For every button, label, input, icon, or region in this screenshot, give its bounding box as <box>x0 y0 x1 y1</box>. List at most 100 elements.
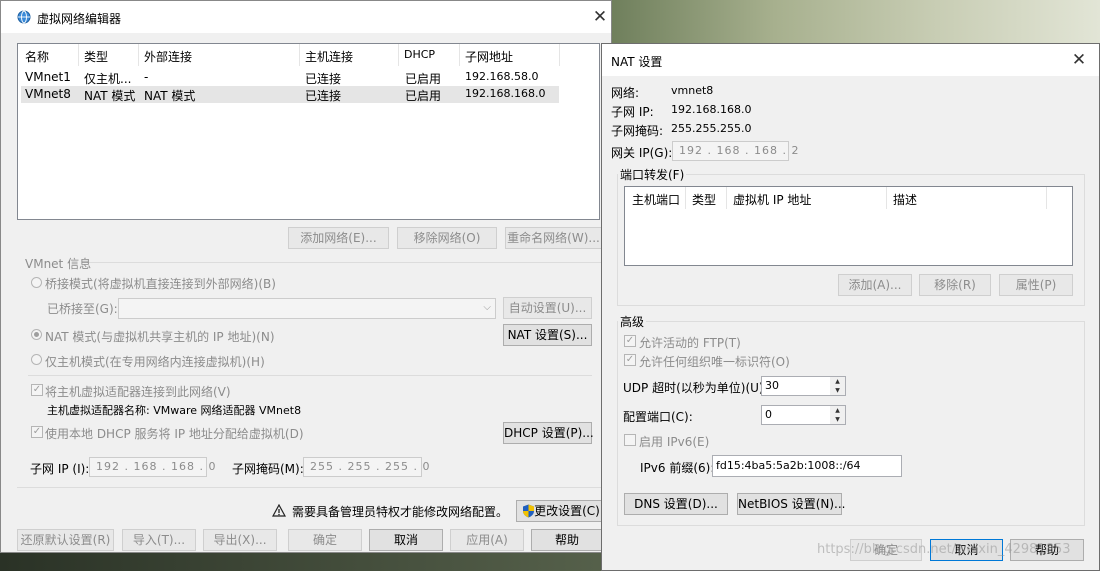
allow-oui-label[interactable]: 允许任何组织唯一标识符(O) <box>639 353 790 370</box>
column-header-type[interactable]: 类型 <box>692 191 716 208</box>
network-value: vmnet8 <box>671 84 714 97</box>
restore-defaults-button[interactable]: 还原默认设置(R) <box>17 529 114 551</box>
table-row[interactable]: VMnet8 NAT 模式 NAT 模式 已连接 已启用 192.168.168… <box>21 86 559 103</box>
ipv6-prefix-field[interactable]: fd15:4ba5:5a2b:1008::/64 <box>712 455 902 477</box>
help-button[interactable]: 帮助 <box>531 529 603 551</box>
column-divider <box>398 44 399 66</box>
cell-host: 已连接 <box>305 72 342 86</box>
dhcp-settings-button[interactable]: DHCP 设置(P)... <box>503 422 594 444</box>
column-divider <box>78 44 79 66</box>
udp-timeout-input[interactable]: 30 <box>761 376 831 396</box>
rename-network-button[interactable]: 重命名网络(W)... <box>505 227 602 249</box>
enable-ipv6-label[interactable]: 启用 IPv6(E) <box>639 433 709 450</box>
arrow-down-icon[interactable]: ▼ <box>830 386 845 395</box>
netbios-settings-button[interactable]: NetBIOS 设置(N)... <box>737 493 846 515</box>
export-button[interactable]: 导出(X)... <box>203 529 277 551</box>
cancel-button[interactable]: 取消 <box>369 529 443 551</box>
warning-icon <box>271 503 287 520</box>
arrow-up-icon[interactable]: ▲ <box>830 377 845 386</box>
udp-timeout-stepper[interactable]: ▲ ▼ <box>830 376 846 396</box>
subnet-mask-label: 子网掩码(M): <box>232 462 304 476</box>
advanced-heading: 高级 <box>618 313 647 330</box>
column-header-name[interactable]: 名称 <box>25 48 49 65</box>
connect-adapter-checkbox[interactable]: ✓ <box>31 384 43 396</box>
use-dhcp-checkbox[interactable]: ✓ <box>31 426 43 438</box>
allow-ftp-checkbox[interactable]: ✓ <box>624 335 636 347</box>
table-row[interactable]: VMnet1 仅主机... - 已连接 已启用 192.168.58.0 <box>21 69 559 86</box>
vmnet-info-divider <box>87 262 602 263</box>
cell-external: - <box>144 70 149 84</box>
network-label: 网络: <box>611 86 640 100</box>
column-header-host[interactable]: 主机连接 <box>305 48 353 65</box>
column-header-vm-ip[interactable]: 虚拟机 IP 地址 <box>733 191 811 208</box>
subnet-ip-field[interactable]: 192 . 168 . 168 . 0 <box>89 457 215 477</box>
nat-settings-button[interactable]: NAT 设置(S)... <box>503 324 592 346</box>
use-dhcp-label[interactable]: 使用本地 DHCP 服务将 IP 地址分配给虚拟机(D) <box>45 425 304 442</box>
pf-properties-button[interactable]: 属性(P) <box>999 274 1073 296</box>
host-only-mode-label[interactable]: 仅主机模式(在专用网络内连接虚拟机)(H) <box>45 353 265 370</box>
cell-type: 仅主机... <box>84 72 132 86</box>
connect-adapter-label[interactable]: 将主机虚拟适配器连接到此网络(V) <box>45 383 231 400</box>
port-forwarding-list[interactable]: 主机端口 类型 虚拟机 IP 地址 描述 <box>624 186 1073 266</box>
column-header-host-port[interactable]: 主机端口 <box>632 191 680 208</box>
admin-warning-text: 需要具备管理员特权才能修改网络配置。 <box>292 505 509 519</box>
bottom-divider <box>17 487 602 488</box>
cell-external: NAT 模式 <box>144 89 196 103</box>
nat-settings-window: NAT 设置 ✕ 网络: vmnet8 子网 IP: 192.168.168.0… <box>601 43 1100 571</box>
network-list[interactable]: 名称 类型 外部连接 主机连接 DHCP 子网地址 VMnet1 仅主机... … <box>17 43 600 220</box>
vne-titlebar: 虚拟网络编辑器 ✕ <box>1 1 611 33</box>
host-only-mode-radio[interactable] <box>31 354 42 365</box>
arrow-up-icon[interactable]: ▲ <box>830 406 845 415</box>
config-port-input[interactable]: 0 <box>761 405 831 425</box>
virtual-network-editor-window: 虚拟网络编辑器 ✕ 名称 类型 外部连接 主机连接 DHCP 子网地址 VMne… <box>0 0 612 553</box>
column-divider <box>726 187 727 209</box>
cell-dhcp: 已启用 <box>405 72 442 86</box>
subnet-mask-field[interactable]: 255 . 255 . 255 . 0 <box>303 457 429 477</box>
allow-ftp-label[interactable]: 允许活动的 FTP(T) <box>639 334 741 351</box>
close-icon[interactable]: ✕ <box>590 7 610 27</box>
column-header-subnet[interactable]: 子网地址 <box>465 48 513 65</box>
column-header-external[interactable]: 外部连接 <box>144 48 192 65</box>
pf-remove-button[interactable]: 移除(R) <box>919 274 991 296</box>
pf-add-button[interactable]: 添加(A)... <box>838 274 912 296</box>
nat-titlebar: NAT 设置 ✕ <box>602 44 1099 76</box>
change-settings-button[interactable]: 更改设置(C) <box>516 500 602 522</box>
section-divider <box>28 375 592 376</box>
column-header-dhcp[interactable]: DHCP <box>404 48 435 61</box>
gateway-ip-field[interactable]: 192 . 168 . 168 . 2 <box>672 141 798 161</box>
arrow-down-icon[interactable]: ▼ <box>830 415 845 424</box>
ipv6-prefix-label: IPv6 前缀(6): <box>640 461 715 475</box>
column-divider <box>685 187 686 209</box>
apply-button[interactable]: 应用(A) <box>450 529 524 551</box>
column-header-type[interactable]: 类型 <box>84 48 108 65</box>
allow-oui-checkbox[interactable]: ✓ <box>624 354 636 366</box>
bridged-to-select[interactable]: ⌵ <box>118 298 496 319</box>
auto-settings-button[interactable]: 自动设置(U)... <box>503 297 592 319</box>
add-network-button[interactable]: 添加网络(E)... <box>288 227 389 249</box>
nat-title: NAT 设置 <box>611 55 663 69</box>
gateway-ip-label: 网关 IP(G): <box>611 146 673 160</box>
bridged-to-label: 已桥接至(G): <box>47 302 118 316</box>
port-forwarding-heading: 端口转发(F) <box>618 166 687 183</box>
nat-subnet-mask-label: 子网掩码: <box>611 124 664 138</box>
import-button[interactable]: 导入(T)... <box>122 529 196 551</box>
cell-subnet: 192.168.168.0 <box>465 87 546 100</box>
close-icon[interactable]: ✕ <box>1069 50 1089 70</box>
nat-mode-label[interactable]: NAT 模式(与虚拟机共享主机的 IP 地址)(N) <box>45 328 275 345</box>
column-divider <box>1046 187 1047 209</box>
remove-network-button[interactable]: 移除网络(O) <box>397 227 497 249</box>
enable-ipv6-checkbox[interactable] <box>624 434 636 446</box>
desktop-background-bottom <box>0 552 612 571</box>
config-port-stepper[interactable]: ▲ ▼ <box>830 405 846 425</box>
bridged-mode-radio[interactable] <box>31 277 42 288</box>
dns-settings-button[interactable]: DNS 设置(D)... <box>624 493 728 515</box>
column-divider <box>886 187 887 209</box>
ok-button[interactable]: 确定 <box>288 529 362 551</box>
column-header-description[interactable]: 描述 <box>893 191 917 208</box>
cell-host: 已连接 <box>305 89 342 103</box>
nat-mode-radio[interactable] <box>31 329 42 340</box>
change-settings-label: 更改设置(C) <box>534 504 600 518</box>
watermark-text: https://blog.csdn.net/weixin_42981853 <box>817 542 1071 557</box>
bridged-mode-label[interactable]: 桥接模式(将虚拟机直接连接到外部网络)(B) <box>45 275 276 292</box>
desktop-background <box>612 0 1100 44</box>
